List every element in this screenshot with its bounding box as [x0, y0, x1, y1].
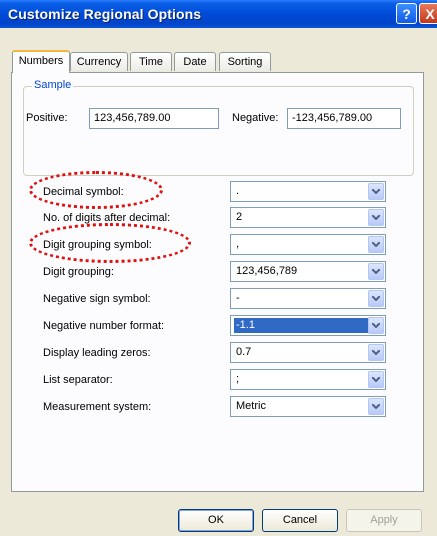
cancel-button[interactable]: Cancel — [262, 509, 338, 532]
negative-sign-symbol-dropdown[interactable]: - — [230, 288, 386, 309]
title-bar[interactable]: Customize Regional Options ? X — [0, 0, 437, 28]
positive-sample-field: 123,456,789.00 — [89, 108, 219, 129]
digit-grouping-dropdown[interactable]: 123,456,789 — [230, 261, 386, 282]
sample-group: Sample Positive: 123,456,789.00 Negative… — [23, 79, 414, 176]
close-button[interactable]: X — [419, 3, 437, 24]
list-separator-dropdown[interactable]: ; — [230, 369, 386, 390]
negative-sign-symbol-label: Negative sign symbol: — [43, 293, 151, 305]
list-separator-label: List separator: — [43, 374, 113, 386]
digit-grouping-symbol-label: Digit grouping symbol: — [43, 239, 152, 251]
help-button[interactable]: ? — [396, 3, 417, 24]
negative-sample-field: -123,456,789.00 — [287, 108, 401, 129]
negative-number-format-label: Negative number format: — [43, 320, 165, 332]
tab-numbers[interactable]: Numbers — [12, 50, 70, 73]
decimal-symbol-dropdown[interactable]: . — [230, 181, 386, 202]
tab-currency[interactable]: Currency — [70, 52, 128, 71]
help-icon: ? — [402, 6, 411, 22]
combo-value: 0.7 — [236, 346, 252, 358]
chevron-down-icon[interactable] — [368, 317, 384, 334]
chevron-down-icon[interactable] — [368, 344, 384, 361]
dialog-window: Customize Regional Options ? X Numbers C… — [0, 0, 437, 536]
combo-value: 2 — [236, 211, 243, 223]
digits-after-decimal-dropdown[interactable]: 2 — [230, 207, 386, 228]
positive-label: Positive: — [26, 112, 68, 124]
negative-label: Negative: — [232, 112, 279, 124]
negative-number-format-dropdown[interactable]: -1.1 — [230, 315, 386, 336]
measurement-system-label: Measurement system: — [43, 401, 152, 413]
chevron-down-icon[interactable] — [368, 236, 384, 253]
chevron-down-icon[interactable] — [368, 290, 384, 307]
chevron-down-icon[interactable] — [368, 209, 384, 226]
sample-group-title: Sample — [32, 79, 74, 91]
tab-sorting[interactable]: Sorting — [219, 52, 271, 71]
digit-grouping-symbol-dropdown[interactable]: , — [230, 234, 386, 255]
chevron-down-icon[interactable] — [368, 263, 384, 280]
digits-after-decimal-label: No. of digits after decimal: — [43, 212, 171, 224]
ok-button[interactable]: OK — [178, 509, 254, 532]
apply-button[interactable]: Apply — [346, 509, 422, 532]
measurement-system-dropdown[interactable]: Metric — [230, 396, 386, 417]
tab-date[interactable]: Date — [174, 52, 216, 71]
chevron-down-icon[interactable] — [368, 371, 384, 388]
chevron-down-icon[interactable] — [368, 398, 384, 415]
leading-zeros-label: Display leading zeros: — [43, 347, 151, 359]
window-title: Customize Regional Options — [8, 6, 202, 22]
combo-value: Metric — [236, 400, 266, 412]
combo-value: , — [236, 238, 240, 250]
digit-grouping-label: Digit grouping: — [43, 266, 114, 278]
leading-zeros-dropdown[interactable]: 0.7 — [230, 342, 386, 363]
decimal-symbol-label: Decimal symbol: — [43, 186, 124, 198]
tab-time[interactable]: Time — [130, 52, 172, 71]
combo-value: . — [236, 185, 240, 197]
combo-value: 123,456,789 — [236, 265, 298, 277]
combo-value: ; — [236, 373, 240, 385]
close-icon: X — [425, 6, 435, 22]
numbers-tab-panel: Sample Positive: 123,456,789.00 Negative… — [11, 72, 424, 492]
chevron-down-icon[interactable] — [368, 183, 384, 200]
combo-value: - — [236, 292, 240, 304]
combo-value: -1.1 — [234, 318, 370, 333]
